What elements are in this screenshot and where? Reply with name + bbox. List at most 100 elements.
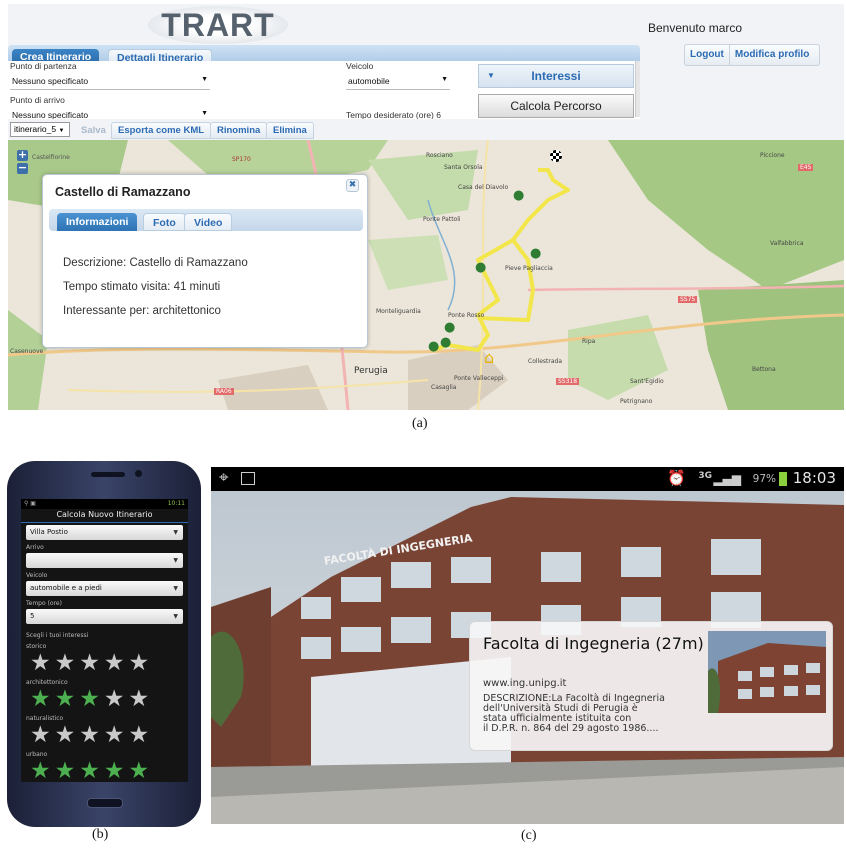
veicolo-spinner-value: automobile e a piedi [30, 584, 102, 592]
interessi-label: Interessi [531, 69, 581, 83]
map-label: SP170 [232, 156, 251, 163]
chevron-down-icon: ▼ [173, 613, 178, 620]
popup-descrizione: Descrizione: Castello di Ramazzano [63, 257, 248, 269]
thumbnail-photo [708, 631, 826, 713]
calcola-percorso-button[interactable]: Calcola Percorso [478, 94, 634, 118]
veicolo-select[interactable]: automobile ▼ [346, 76, 450, 90]
road-label: SS318 [556, 378, 580, 385]
map-marker-icon[interactable]: ● [428, 339, 439, 354]
tab-foto[interactable]: Foto [143, 213, 186, 231]
phone-screen: ⚲ ▣ 10:11 Calcola Nuovo Itinerario Villa … [21, 499, 188, 782]
map-label: Collestrada [528, 358, 562, 365]
poi-url[interactable]: www.ing.unipg.it [483, 678, 566, 689]
star-icon[interactable]: ★ [104, 759, 125, 782]
rinomina-button[interactable]: Rinomina [210, 122, 268, 139]
export-kml-button[interactable]: Esporta come KML [111, 122, 212, 139]
home-icon[interactable]: ⌂ [484, 348, 494, 367]
tempo-spinner[interactable]: 5 ▼ [26, 609, 183, 624]
map-label: Valfabbrica [770, 240, 804, 247]
edit-profile-button[interactable]: Modifica profilo [728, 45, 814, 65]
tempo-value[interactable]: 6 [436, 110, 441, 119]
popup-title: Castello di Ramazzano [55, 185, 191, 199]
home-button[interactable] [87, 798, 123, 808]
tab-video[interactable]: Video [184, 213, 233, 231]
form-scrollbar[interactable] [635, 61, 640, 117]
partenza-label: Punto di partenza [10, 61, 77, 71]
star-icon[interactable]: ★ [55, 687, 76, 711]
arrivo-label: Arrivo [26, 544, 44, 551]
veicolo-spinner[interactable]: automobile e a piedi ▼ [26, 581, 183, 596]
star-icon[interactable]: ★ [30, 759, 51, 782]
popup-tempo: Tempo stimato visita: 41 minuti [63, 281, 221, 293]
zoom-out-button[interactable]: − [17, 162, 28, 174]
star-icon[interactable]: ★ [104, 723, 125, 747]
logout-button[interactable]: Logout [685, 45, 729, 65]
star-icon[interactable]: ★ [55, 759, 76, 782]
map-marker-icon[interactable]: ● [513, 188, 524, 203]
chevron-down-icon: ▼ [201, 76, 208, 83]
star-rating: ★ ★ ★ ★ ★ [30, 759, 179, 782]
trart-logo: TRART [148, 6, 288, 44]
star-icon[interactable]: ★ [30, 687, 51, 711]
star-icon[interactable]: ★ [129, 759, 150, 782]
map-marker-icon[interactable]: ● [440, 335, 451, 350]
interest-category-label: storico [26, 643, 47, 650]
partenza-value: Nessuno specificato [12, 76, 89, 86]
finish-flag-icon[interactable] [550, 150, 562, 162]
map-marker-icon[interactable]: ● [530, 246, 541, 261]
star-icon[interactable]: ★ [55, 651, 76, 675]
star-icon[interactable]: ★ [79, 759, 100, 782]
map-label: Santa Orsola [444, 164, 483, 171]
partenza-select[interactable]: Nessuno specificato ▼ [10, 76, 210, 90]
star-icon[interactable]: ★ [79, 651, 100, 675]
arrivo-select[interactable]: Nessuno specificato ▼ [10, 110, 210, 119]
map-label: Perugia [354, 366, 388, 376]
star-icon[interactable]: ★ [79, 687, 100, 711]
network-3g-label: 3G [698, 471, 712, 481]
ar-camera-view: FACOLTÀ DI INGEGNERIA ⌖ ⏰ 3G ▂▄▆ 97% 18:… [211, 467, 844, 824]
itinerary-form: Punto di partenza Nessuno specificato ▼ P… [8, 61, 640, 119]
interessi-header[interactable]: ▼ Interessi [478, 64, 634, 88]
poi-thumbnail [708, 631, 826, 713]
elimina-button[interactable]: Elimina [266, 122, 314, 139]
tab-informazioni[interactable]: Informazioni [57, 213, 138, 231]
star-icon[interactable]: ★ [129, 651, 150, 675]
caption-a: (a) [412, 416, 428, 431]
veicolo-label: Veicolo [26, 572, 48, 579]
phone-speaker [91, 472, 125, 477]
star-icon[interactable]: ★ [55, 723, 76, 747]
tempo-label: Tempo (ore) [26, 600, 62, 607]
star-icon[interactable]: ★ [30, 723, 51, 747]
star-icon[interactable]: ★ [104, 651, 125, 675]
phone-status-bar: ⚲ ▣ 10:11 [21, 499, 188, 509]
map-label: Casa del Diavolo [458, 184, 509, 191]
star-icon[interactable]: ★ [129, 687, 150, 711]
itinerary-select[interactable]: itinerario_5 ▼ [10, 122, 70, 137]
zoom-in-button[interactable]: + [17, 149, 28, 161]
map-label: Monteliguardia [376, 308, 421, 315]
arrivo-spinner[interactable]: ▼ [26, 553, 183, 568]
itinerary-toolbar: itinerario_5 ▼ Salva Esporta come KML Ri… [8, 120, 844, 140]
poi-info-card[interactable]: Facolta di Ingegneria (27m) www.ing.unip… [469, 621, 833, 751]
salva-button[interactable]: Salva [74, 122, 113, 139]
poi-popup: Castello di Ramazzano ✖ Informazioni Fot… [42, 174, 368, 348]
close-icon[interactable]: ✖ [346, 179, 359, 192]
map-marker-icon[interactable]: ● [444, 320, 455, 335]
image-icon [241, 472, 255, 485]
star-icon[interactable]: ★ [79, 723, 100, 747]
itinerary-value: itinerario_5 [14, 124, 57, 134]
map-marker-icon[interactable]: ● [475, 260, 486, 275]
star-icon[interactable]: ★ [129, 723, 150, 747]
tempo-spinner-value: 5 [30, 612, 35, 620]
web-app-screenshot: TRART Benvenuto marco Logout Modifica pr… [8, 4, 844, 410]
star-icon[interactable]: ★ [104, 687, 125, 711]
star-rating: ★ ★ ★ ★ ★ [30, 723, 179, 747]
phone-camera [135, 470, 142, 477]
tempo-label-text: Tempo desiderato (ore) [346, 110, 434, 119]
partenza-spinner[interactable]: Villa Postio ▼ [26, 525, 183, 540]
star-icon[interactable]: ★ [30, 651, 51, 675]
expand-triangle-icon: ▼ [487, 71, 495, 80]
chevron-down-icon: ▼ [201, 110, 208, 117]
star-rating: ★ ★ ★ ★ ★ [30, 687, 179, 711]
alarm-icon: ⏰ [667, 469, 686, 487]
